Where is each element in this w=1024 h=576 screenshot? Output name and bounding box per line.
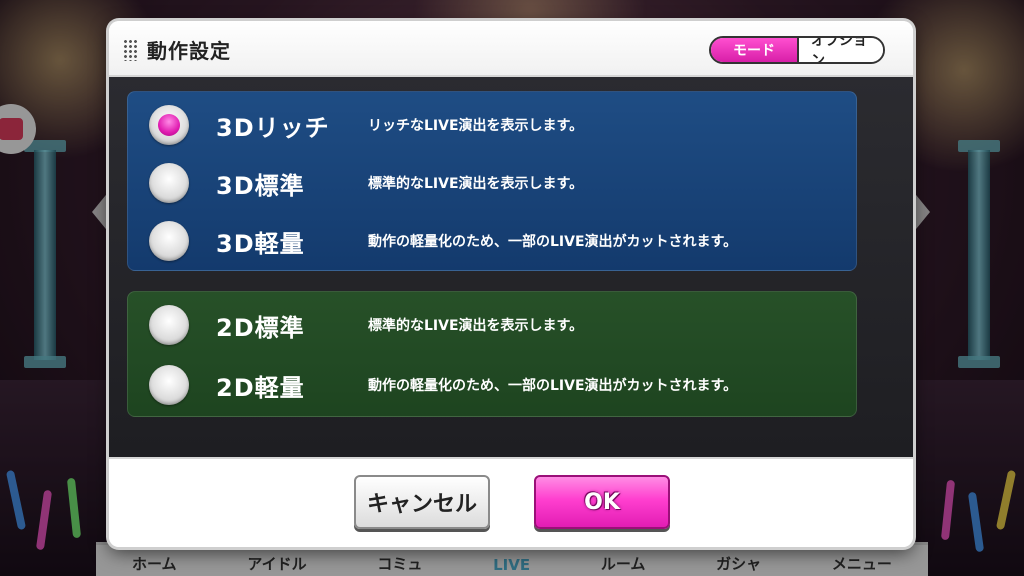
dialog-footer: キャンセル OK [109, 457, 913, 547]
radio-button[interactable] [149, 221, 189, 261]
radio-button[interactable] [149, 105, 189, 145]
option-label: 3D標準 [216, 171, 305, 200]
option-3d-standard[interactable]: 3D標準 標準的なLIVE演出を表示します。 [128, 154, 856, 212]
radio-button[interactable] [149, 163, 189, 203]
tab-switcher: モード オプション [709, 36, 885, 64]
option-label: 3D軽量 [216, 229, 305, 258]
option-description: 標準的なLIVE演出を表示します。 [368, 176, 584, 192]
group-3d: 3Dリッチ リッチなLIVE演出を表示します。 3D標準 標準的なLIVE演出を… [127, 91, 857, 271]
option-description: 標準的なLIVE演出を表示します。 [368, 318, 584, 334]
dialog-title: 動作設定 [147, 39, 231, 63]
cancel-button[interactable]: キャンセル [354, 475, 490, 529]
dialog-header: 動作設定 モード オプション [109, 21, 913, 77]
option-label: 2D軽量 [216, 373, 305, 402]
option-description: 動作の軽量化のため、一部のLIVE演出がカットされます。 [368, 378, 738, 394]
tab-option[interactable]: オプション [797, 38, 883, 62]
option-description: 動作の軽量化のため、一部のLIVE演出がカットされます。 [368, 234, 738, 250]
option-description: リッチなLIVE演出を表示します。 [368, 118, 584, 134]
option-label: 2D標準 [216, 313, 305, 342]
option-3d-light[interactable]: 3D軽量 動作の軽量化のため、一部のLIVE演出がカットされます。 [128, 212, 856, 270]
option-3d-rich[interactable]: 3Dリッチ リッチなLIVE演出を表示します。 [128, 96, 856, 154]
performance-settings-dialog: 動作設定 モード オプション 3Dリッチ リッチなLIVE演出を表示します。 3… [109, 21, 913, 547]
grip-icon [123, 39, 137, 61]
option-2d-light[interactable]: 2D軽量 動作の軽量化のため、一部のLIVE演出がカットされます。 [128, 356, 856, 414]
ok-button[interactable]: OK [534, 475, 670, 529]
radio-button[interactable] [149, 305, 189, 345]
tab-mode[interactable]: モード [711, 38, 797, 62]
option-2d-standard[interactable]: 2D標準 標準的なLIVE演出を表示します。 [128, 296, 856, 354]
dialog-body: 3Dリッチ リッチなLIVE演出を表示します。 3D標準 標準的なLIVE演出を… [109, 77, 913, 457]
option-label: 3Dリッチ [216, 113, 330, 142]
radio-selected-dot [158, 114, 180, 136]
group-2d: 2D標準 標準的なLIVE演出を表示します。 2D軽量 動作の軽量化のため、一部… [127, 291, 857, 417]
radio-button[interactable] [149, 365, 189, 405]
